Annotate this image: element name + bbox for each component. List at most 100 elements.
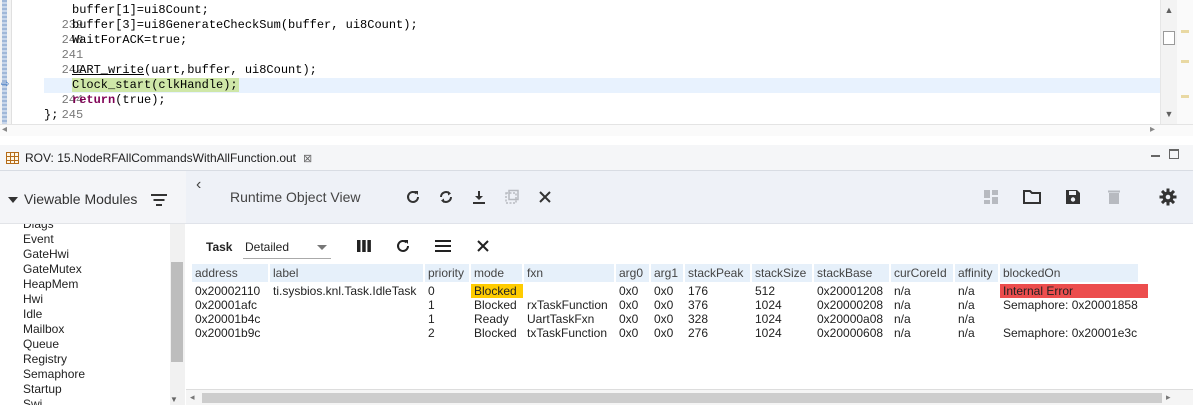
scroll-right-icon[interactable]: ▸: [1166, 392, 1171, 403]
settings-gear-icon[interactable]: [1157, 186, 1179, 208]
filter-icon[interactable]: [151, 194, 167, 206]
table-cell-priority[interactable]: 1: [425, 298, 435, 312]
table-cell-fxn[interactable]: rxTaskFunction: [524, 298, 608, 312]
column-header-fxn[interactable]: fxn: [524, 264, 614, 282]
table-cell-mode[interactable]: Blocked: [471, 284, 523, 298]
table-cell-stackSize[interactable]: 1024: [752, 312, 782, 326]
table-cell-affinity[interactable]: n/a: [955, 298, 975, 312]
minimize-icon[interactable]: [1151, 148, 1160, 157]
column-header-stackPeak[interactable]: stackPeak: [685, 264, 750, 282]
table-cell-fxn[interactable]: [524, 284, 527, 298]
code-line[interactable]: 243 UART_write(uart,buffer, ui8Count);: [12, 63, 1160, 92]
table-cell-affinity[interactable]: n/a: [955, 284, 975, 298]
column-header-address[interactable]: address: [192, 264, 268, 282]
table-cell-blockedOn[interactable]: Semaphore: 0x20001e3c: [1000, 326, 1137, 340]
columns-icon[interactable]: [353, 235, 375, 257]
rov-view-tab[interactable]: ROV: 15.NodeRFAllCommandsWithAllFunction…: [0, 145, 312, 171]
current-code-line[interactable]: 244 Clock_start(clkHandle);: [12, 78, 1160, 107]
view-mode-select[interactable]: Detailed: [243, 234, 331, 259]
table-cell-stackSize[interactable]: 1024: [752, 326, 782, 340]
module-item[interactable]: Semaphore: [0, 367, 170, 382]
table-cell-mode[interactable]: Blocked: [471, 298, 517, 312]
close-tab-icon[interactable]: ⊠: [303, 152, 312, 165]
table-cell-blockedOn[interactable]: [1000, 312, 1003, 326]
overview-marker[interactable]: [1181, 30, 1189, 33]
table-cell-affinity[interactable]: n/a: [955, 312, 975, 326]
table-cell-stackPeak[interactable]: 276: [685, 326, 708, 340]
table-cell-label[interactable]: ti.sysbios.knl.Task.IdleTask: [270, 284, 416, 298]
table-cell-priority[interactable]: 1: [425, 312, 435, 326]
module-item[interactable]: Queue: [0, 337, 170, 352]
table-cell-address[interactable]: 0x20001b9c: [192, 326, 260, 340]
module-item[interactable]: GateHwi: [0, 247, 170, 262]
table-cell-stackBase[interactable]: 0x20000608: [814, 326, 883, 340]
table-cell-curCoreId[interactable]: n/a: [891, 326, 911, 340]
sidebar-title[interactable]: Viewable Modules: [24, 191, 137, 207]
module-item[interactable]: Startup: [0, 382, 170, 397]
scroll-thumb[interactable]: [202, 393, 1162, 403]
collapse-caret-icon[interactable]: [8, 197, 18, 203]
code-line[interactable]: 246 };: [12, 108, 1160, 137]
table-cell-affinity[interactable]: n/a: [955, 326, 975, 340]
column-header-curCoreId[interactable]: curCoreId: [891, 264, 953, 282]
table-cell-mode[interactable]: Blocked: [471, 326, 517, 340]
table-cell-arg0[interactable]: 0x0: [616, 326, 638, 340]
column-header-stackSize[interactable]: stackSize: [752, 264, 812, 282]
table-cell-stackPeak[interactable]: 176: [685, 284, 708, 298]
column-header-arg0[interactable]: arg0: [616, 264, 649, 282]
overview-ruler[interactable]: [1177, 0, 1193, 124]
back-icon[interactable]: ‹: [196, 176, 201, 194]
table-cell-fxn[interactable]: UartTaskFxn: [524, 312, 594, 326]
table-cell-curCoreId[interactable]: n/a: [891, 298, 911, 312]
table-cell-priority[interactable]: 2: [425, 326, 435, 340]
table-cell-label[interactable]: [270, 298, 273, 312]
table-horizontal-scrollbar[interactable]: ◂ ▸: [186, 389, 1193, 405]
snapshot-icon[interactable]: [501, 186, 523, 208]
scroll-left-icon[interactable]: ◂: [190, 392, 195, 403]
editor-vertical-scrollbar[interactable]: ▲ ▼: [1160, 0, 1177, 124]
table-cell-arg1[interactable]: 0x0: [651, 326, 673, 340]
table-cell-stackSize[interactable]: 1024: [752, 298, 782, 312]
scroll-up-icon[interactable]: ▲: [1161, 3, 1177, 17]
save-icon[interactable]: [1062, 186, 1084, 208]
table-cell-curCoreId[interactable]: n/a: [891, 312, 911, 326]
table-cell-stackBase[interactable]: 0x20000208: [814, 298, 883, 312]
download-icon[interactable]: [468, 186, 490, 208]
table-cell-stackBase[interactable]: 0x20001208: [814, 284, 883, 298]
table-cell-blockedOn[interactable]: Internal Error: [1000, 284, 1148, 298]
scroll-left-icon[interactable]: ◂: [2, 124, 7, 135]
table-cell-stackBase[interactable]: 0x20000a08: [814, 312, 883, 326]
module-item[interactable]: Idle: [0, 307, 170, 322]
overview-marker[interactable]: [1181, 95, 1189, 98]
code-line[interactable]: 239 buffer[1]=ui8Count;: [12, 3, 1160, 32]
module-item[interactable]: Hwi: [0, 292, 170, 307]
module-item[interactable]: Registry: [0, 352, 170, 367]
code-line[interactable]: 241 WaitForACK=true;: [12, 33, 1160, 62]
table-cell-priority[interactable]: 0: [425, 284, 435, 298]
scroll-down-icon[interactable]: ▼: [170, 395, 178, 404]
column-header-mode[interactable]: mode: [471, 264, 522, 282]
table-cell-address[interactable]: 0x20001b4c: [192, 312, 260, 326]
dashboard-icon[interactable]: [980, 186, 1002, 208]
scroll-thumb[interactable]: [171, 262, 183, 362]
module-list-scrollbar[interactable]: [170, 224, 185, 405]
column-header-blockedOn[interactable]: blockedOn: [1000, 264, 1138, 282]
delete-icon[interactable]: [1103, 186, 1125, 208]
table-cell-label[interactable]: [270, 326, 273, 340]
table-cell-stackPeak[interactable]: 376: [685, 298, 708, 312]
table-cell-arg1[interactable]: 0x0: [651, 312, 673, 326]
code-line[interactable]: 245 return(true);: [12, 93, 1160, 122]
module-item[interactable]: Swi: [0, 397, 170, 405]
code-line[interactable]: 240 buffer[3]=ui8GenerateCheckSum(buffer…: [12, 18, 1160, 47]
table-cell-arg0[interactable]: 0x0: [616, 312, 638, 326]
table-cell-blockedOn[interactable]: Semaphore: 0x20001858: [1000, 298, 1138, 312]
table-cell-fxn[interactable]: txTaskFunction: [524, 326, 607, 340]
scroll-right-icon[interactable]: ▸: [1150, 124, 1155, 135]
table-cell-curCoreId[interactable]: n/a: [891, 284, 911, 298]
module-item[interactable]: Diags: [0, 224, 170, 232]
function-link[interactable]: UART_write: [72, 63, 144, 77]
scroll-down-icon[interactable]: ▼: [1161, 107, 1177, 121]
table-cell-stackSize[interactable]: 512: [752, 284, 775, 298]
table-cell-stackPeak[interactable]: 328: [685, 312, 708, 326]
column-header-affinity[interactable]: affinity: [955, 264, 998, 282]
